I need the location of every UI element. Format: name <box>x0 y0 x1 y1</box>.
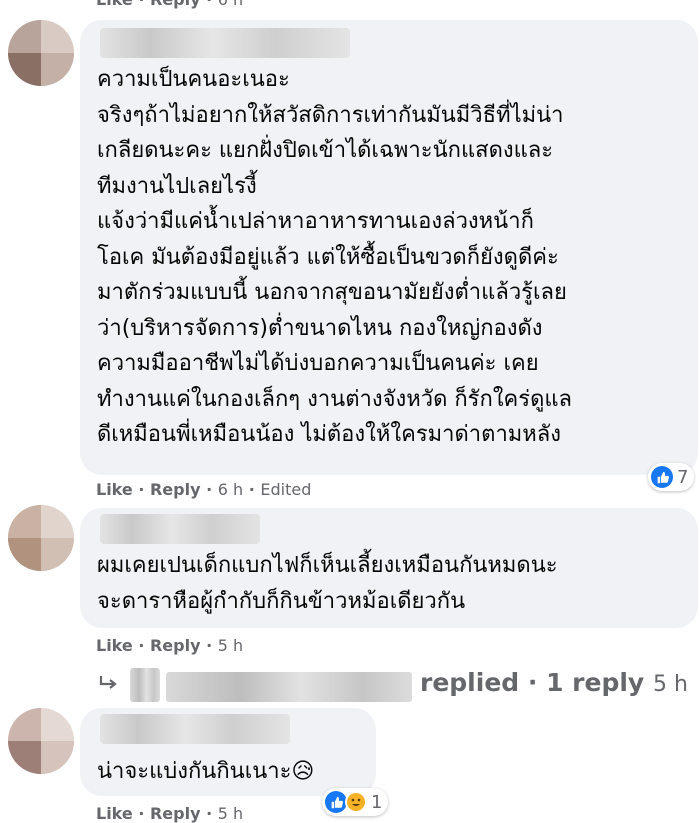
comment-text: ผมเคยเปนเด็กแบกไฟก็เห็นเลี้ยงเหมือนกันหม… <box>97 553 558 614</box>
comment-actions: Like · Reply · 5 h <box>96 804 244 823</box>
edited-label: Edited <box>260 480 312 499</box>
reaction-summary[interactable]: 1 <box>322 788 389 816</box>
comment-time[interactable]: 5 h <box>218 636 243 655</box>
reaction-count: 7 <box>677 466 689 488</box>
reaction-summary[interactable]: 7 <box>648 463 695 491</box>
comment-time[interactable]: 6 h <box>218 480 243 499</box>
commenter-name-blurred[interactable] <box>100 514 260 544</box>
view-replies-row[interactable]: replied · 1 reply 5 h <box>96 664 688 704</box>
comment-actions: Like · Reply · 6 h · Edited <box>96 480 312 499</box>
replies-time: 5 h <box>652 672 688 697</box>
reply-link[interactable]: Reply <box>150 0 201 9</box>
reaction-count: 1 <box>371 791 383 813</box>
comment-text: ความเป็นคนอะเนอะ จริงๆถ้าไม่อยากให้สวัสด… <box>97 67 573 447</box>
top-comment-actions: Like · Reply · 6 h <box>96 0 243 9</box>
replier-name-blurred <box>166 672 412 702</box>
comment-time[interactable]: 6 h <box>218 0 243 9</box>
replied-label: replied <box>420 668 520 697</box>
reply-avatar-blurred <box>130 668 160 702</box>
reply-arrow-icon <box>99 676 117 689</box>
haha-reaction-icon <box>345 791 367 813</box>
reply-link[interactable]: Reply <box>150 480 201 499</box>
avatar[interactable] <box>8 505 74 571</box>
reply-link[interactable]: Reply <box>150 636 201 655</box>
like-reaction-icon <box>651 466 673 488</box>
like-link[interactable]: Like <box>96 804 133 823</box>
comment-time[interactable]: 5 h <box>218 804 243 823</box>
avatar[interactable] <box>8 708 74 774</box>
avatar[interactable] <box>8 20 74 86</box>
reply-count: 1 reply <box>546 668 645 697</box>
like-link[interactable]: Like <box>96 0 133 9</box>
comment-actions: Like · Reply · 5 h <box>96 636 244 655</box>
like-reaction-icon <box>325 791 347 813</box>
replies-summary[interactable]: replied · 1 reply 5 h <box>420 668 688 697</box>
like-link[interactable]: Like <box>96 636 133 655</box>
like-link[interactable]: Like <box>96 480 133 499</box>
commenter-name-blurred[interactable] <box>100 28 350 58</box>
comment-text: น่าจะแบ่งกันกินเนาะ😥 <box>97 759 315 784</box>
commenter-name-blurred[interactable] <box>100 714 290 744</box>
reply-link[interactable]: Reply <box>150 804 201 823</box>
